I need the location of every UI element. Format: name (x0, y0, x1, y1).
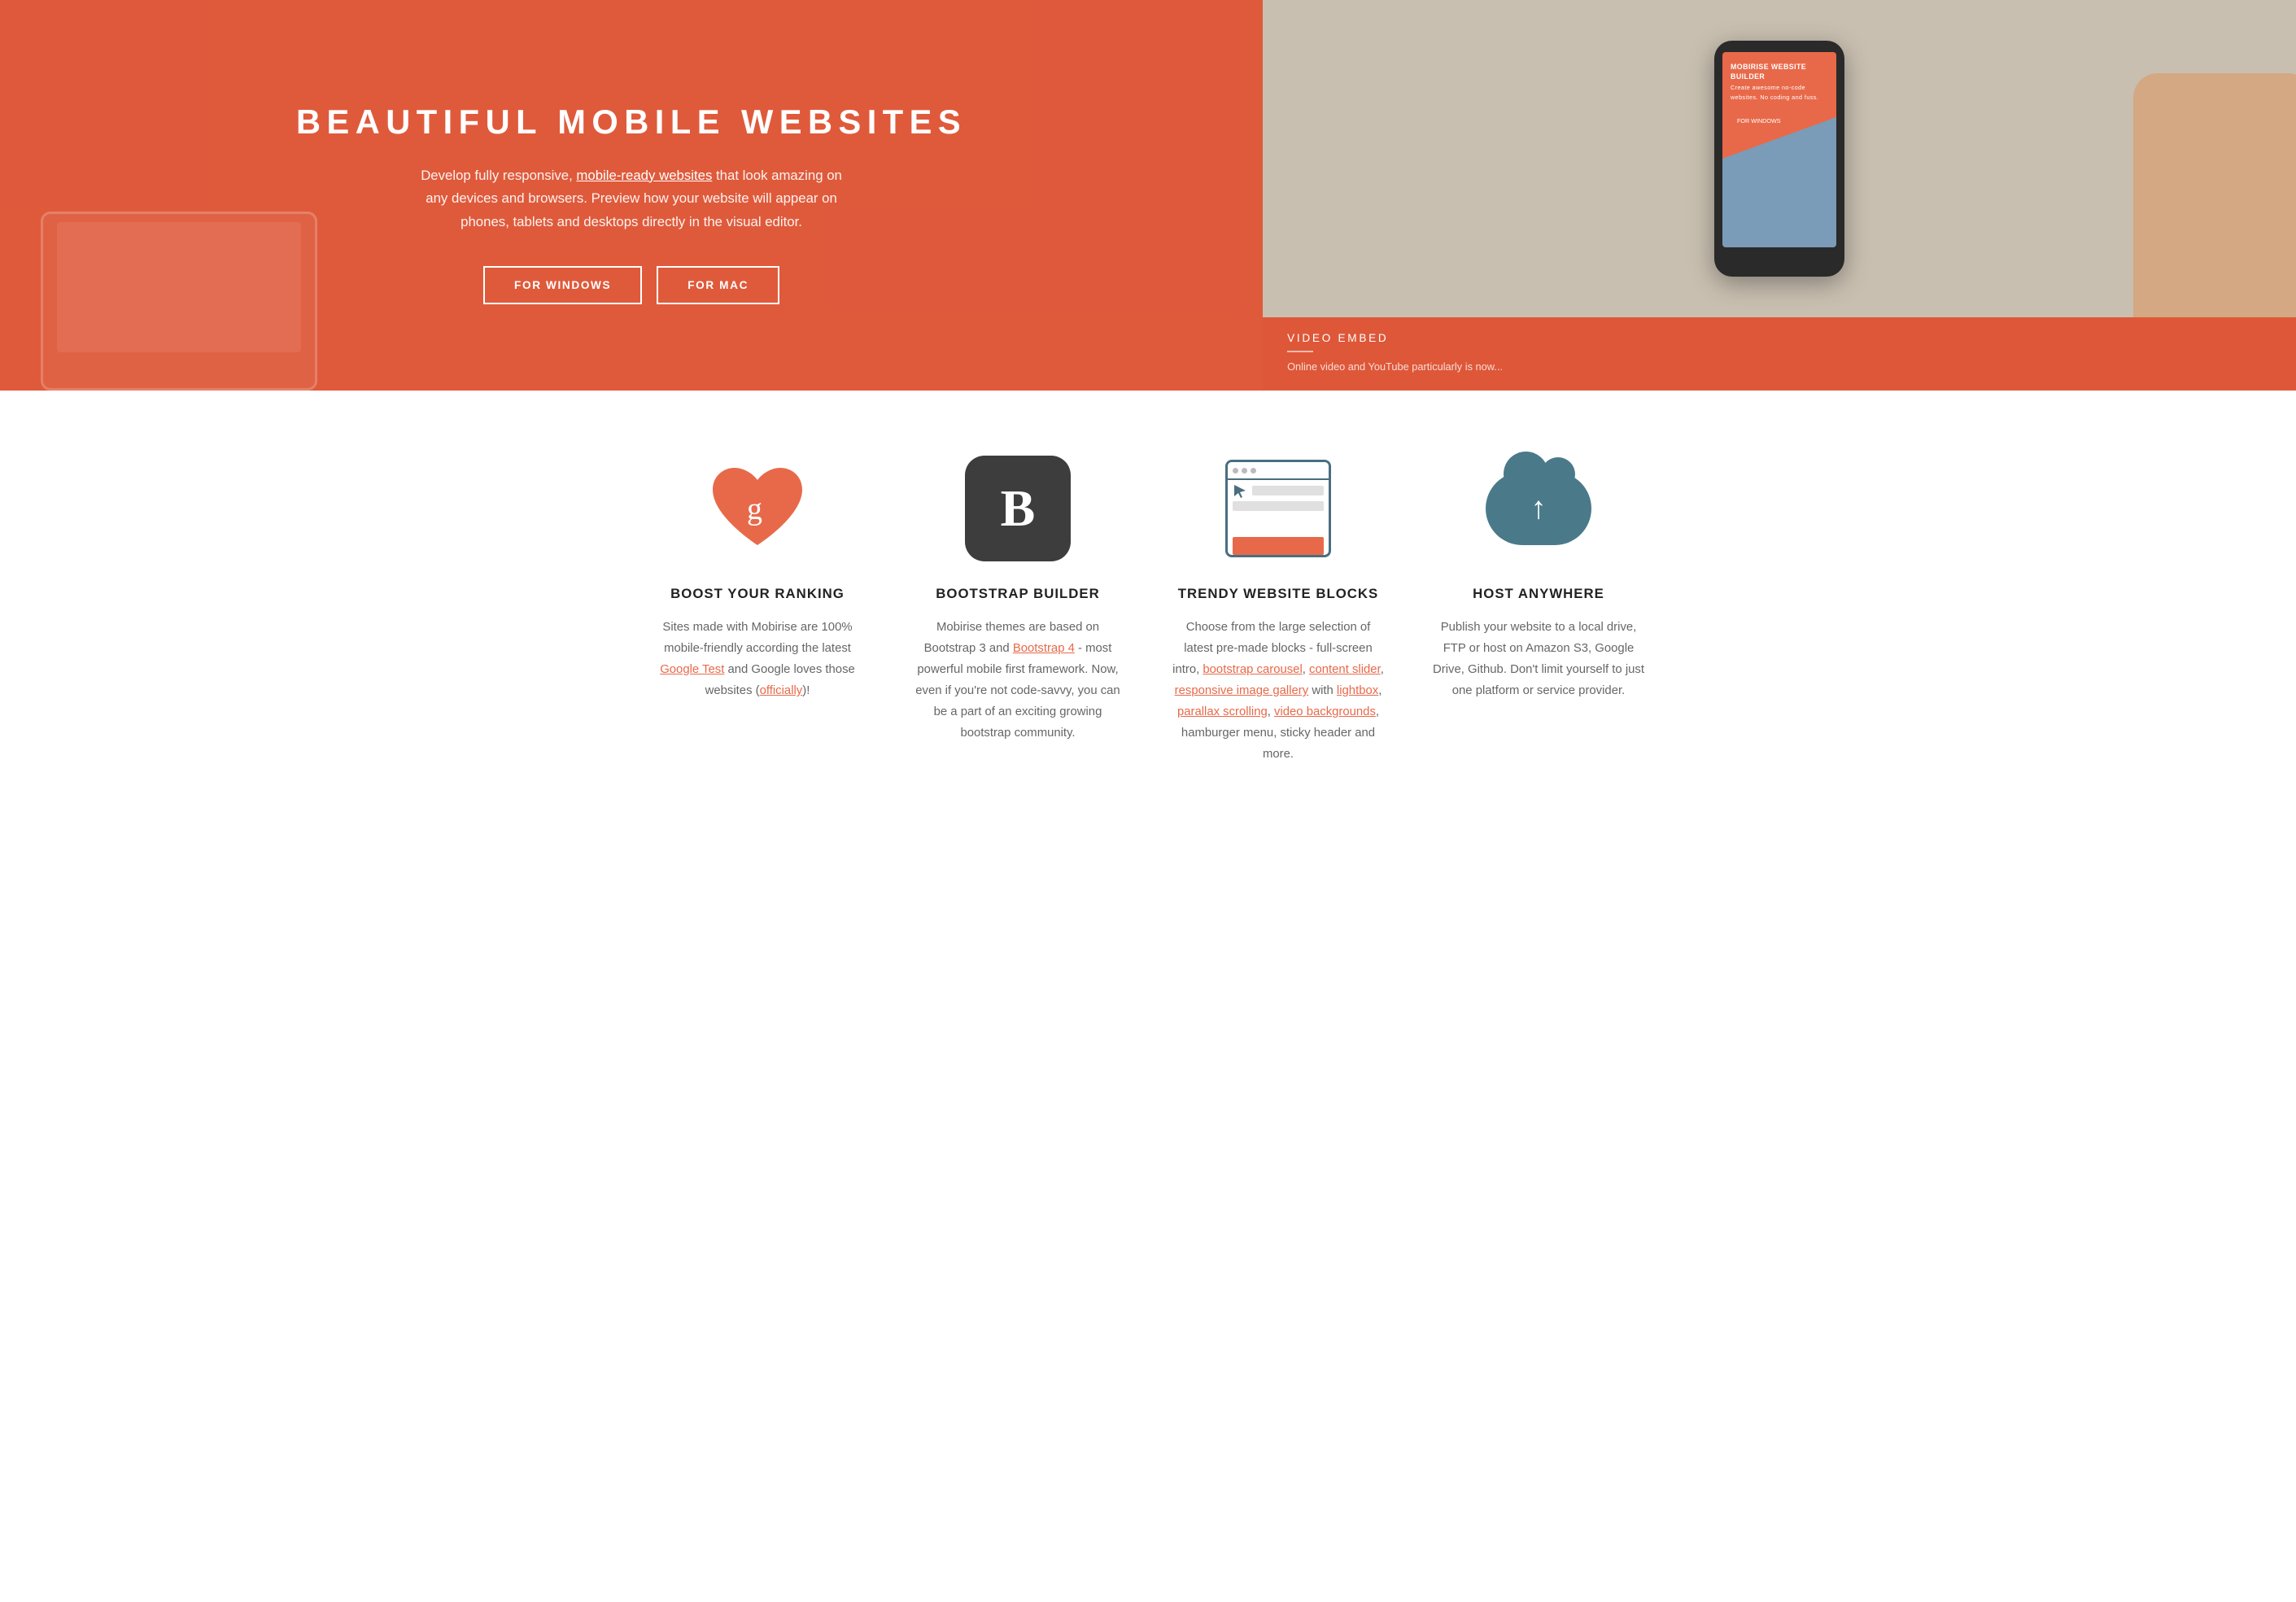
hero-desc-start: Develop fully responsive, (421, 168, 576, 183)
svg-text:g: g (747, 492, 762, 526)
bootstrap-b-icon: B (965, 456, 1071, 561)
blocks-link4[interactable]: lightbox (1337, 684, 1378, 697)
hero-left-panel: BEAUTIFUL MOBILE WEBSITES Develop fully … (0, 0, 1263, 391)
hero-phone-area: MOBIRISE WEBSITE BUILDER Create awesome … (1263, 0, 2296, 317)
ranking-link1[interactable]: Google Test (660, 663, 724, 676)
cursor-icon (1233, 483, 1247, 498)
blocks-comma2: , (1381, 663, 1384, 676)
mac-button[interactable]: FOR MAC (657, 266, 779, 304)
bootstrap-desc-end: - most powerful mobile first framework. … (915, 642, 1120, 740)
bootstrap-link1[interactable]: Bootstrap 4 (1013, 642, 1075, 655)
website-blocks-icon (1225, 460, 1331, 557)
windows-button[interactable]: FOR WINDOWS (483, 266, 642, 304)
bootstrap-title: BOOTSTRAP BUILDER (936, 586, 1099, 602)
phone-screen: MOBIRISE WEBSITE BUILDER Create awesome … (1722, 52, 1836, 247)
bootstrap-icon-container: B (965, 456, 1071, 561)
phone-btn: FOR WINDOWS (1731, 115, 1787, 127)
bootstrap-desc: Mobirise themes are based on Bootstrap 3… (912, 617, 1124, 744)
phone-screen-text: MOBIRISE WEBSITE BUILDER Create awesome … (1722, 52, 1836, 111)
blocks-comma1: , (1303, 663, 1309, 676)
ranking-title: BOOST YOUR RANKING (670, 586, 845, 602)
cloud-shape: ↑ (1486, 472, 1591, 545)
blocks-desc: Choose from the large selection of lates… (1172, 617, 1384, 765)
hosting-title: HOST ANYWHERE (1473, 586, 1604, 602)
heart-google-icon: g (709, 464, 806, 553)
bootstrap-b-letter: B (1001, 482, 1036, 535)
hero-section: BEAUTIFUL MOBILE WEBSITES Develop fully … (0, 0, 2296, 391)
phone-subtitle-text: Create awesome no-code websites. No codi… (1731, 84, 1818, 101)
video-subtitle: Online video and YouTube particularly is… (1287, 359, 1503, 374)
hosting-icon-container: ↑ (1486, 456, 1591, 561)
feature-blocks: TRENDY WEBSITE BLOCKS Choose from the la… (1148, 456, 1408, 765)
ranking-desc-end: )! (802, 684, 810, 697)
dot1 (1233, 468, 1238, 474)
phone-title-text: MOBIRISE WEBSITE BUILDER (1731, 63, 1806, 81)
hero-right-panel: MOBIRISE WEBSITE BUILDER Create awesome … (1263, 0, 2296, 391)
blocks-comma3: , (1378, 684, 1382, 697)
blocks-icon-container (1225, 456, 1331, 561)
hero-video-bar: VIDEO EMBED Online video and YouTube par… (1263, 317, 2296, 389)
ranking-link2[interactable]: officially (760, 684, 803, 697)
upload-arrow-icon: ↑ (1530, 491, 1546, 526)
hero-desc-link[interactable]: mobile-ready websites (576, 168, 712, 183)
blocks-titlebar (1228, 462, 1329, 480)
hand-decoration (2133, 73, 2296, 317)
feature-ranking: g BOOST YOUR RANKING Sites made with Mob… (627, 456, 888, 765)
video-divider (1287, 351, 1313, 352)
blocks-title: TRENDY WEBSITE BLOCKS (1178, 586, 1379, 602)
blocks-link6[interactable]: video backgrounds (1274, 705, 1376, 718)
ranking-desc-start: Sites made with Mobirise are 100% mobile… (662, 621, 852, 655)
ranking-icon-container: g (705, 456, 810, 561)
cloud-upload-icon: ↑ (1486, 464, 1591, 553)
feature-bootstrap: B BOOTSTRAP BUILDER Mobirise themes are … (888, 456, 1148, 765)
feature-hosting: ↑ HOST ANYWHERE Publish your website to … (1408, 456, 1669, 765)
ranking-desc: Sites made with Mobirise are 100% mobile… (652, 617, 863, 701)
dot3 (1251, 468, 1256, 474)
features-section: g BOOST YOUR RANKING Sites made with Mob… (0, 391, 2296, 814)
blocks-comma4: , (1268, 705, 1274, 718)
blocks-link1[interactable]: bootstrap carousel (1203, 663, 1302, 676)
blocks-link3[interactable]: responsive image gallery (1175, 684, 1309, 697)
blocks-link5[interactable]: parallax scrolling (1177, 705, 1268, 718)
dot2 (1242, 468, 1247, 474)
heart-svg: g (709, 464, 806, 553)
blocks-link2[interactable]: content slider (1309, 663, 1381, 676)
hosting-desc: Publish your website to a local drive, F… (1433, 617, 1644, 701)
hero-buttons: FOR WINDOWS FOR MAC (483, 266, 779, 304)
video-label: VIDEO EMBED (1287, 332, 1388, 344)
phone-mockup: MOBIRISE WEBSITE BUILDER Create awesome … (1714, 41, 1844, 277)
hero-title: BEAUTIFUL MOBILE WEBSITES (296, 103, 967, 142)
blocks-with: with (1308, 684, 1337, 697)
hero-description: Develop fully responsive, mobile-ready w… (420, 164, 843, 234)
